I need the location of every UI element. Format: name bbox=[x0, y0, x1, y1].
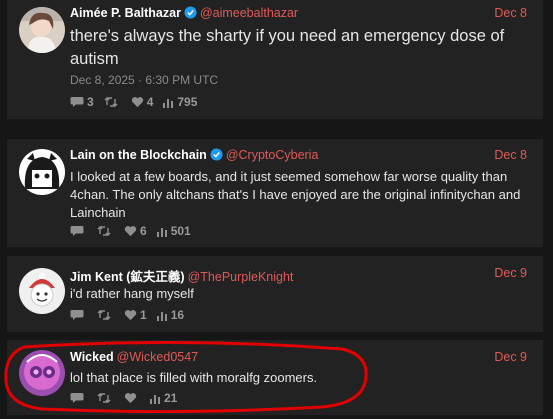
like-button[interactable]: 4 bbox=[131, 95, 154, 109]
like-icon bbox=[124, 310, 137, 321]
reply-icon bbox=[70, 393, 84, 403]
views-count: 795 bbox=[177, 95, 198, 109]
views-count: 16 bbox=[170, 308, 185, 322]
views-icon bbox=[156, 311, 167, 321]
post-card[interactable]: Lain on the Blockchain @CryptoCyberia Dec… bbox=[7, 139, 543, 247]
reply-feed: Aimée P. Balthazar @aimeebalthazar Dec 8 … bbox=[0, 0, 553, 419]
reply-count: 3 bbox=[87, 95, 94, 109]
author-handle[interactable]: @Wicked0547 bbox=[117, 350, 198, 364]
author-name[interactable]: Wicked bbox=[70, 350, 114, 364]
repost-button[interactable] bbox=[97, 392, 114, 404]
reply-button[interactable] bbox=[70, 225, 87, 237]
post-header: Lain on the Blockchain @CryptoCyberia Dec… bbox=[70, 148, 533, 166]
post-actions: 21 bbox=[70, 390, 187, 406]
like-count: 1 bbox=[140, 308, 147, 322]
views-button[interactable]: 795 bbox=[163, 95, 197, 109]
author-handle[interactable]: @CryptoCyberia bbox=[226, 148, 319, 162]
author-handle[interactable]: @ThePurpleKnight bbox=[188, 270, 294, 284]
like-count: 6 bbox=[140, 224, 147, 238]
repost-icon bbox=[104, 97, 118, 107]
post-header: Jim Kent (鉱夫正義) @ThePurpleKnight Dec 9 bbox=[70, 266, 533, 284]
reply-button[interactable] bbox=[70, 392, 87, 404]
post-text: i'd rather hang myself bbox=[70, 286, 194, 301]
avatar[interactable] bbox=[19, 268, 65, 314]
post-card[interactable]: Wicked @Wicked0547 Dec 9 lol that place i… bbox=[7, 340, 543, 415]
like-count: 4 bbox=[146, 95, 154, 109]
like-button[interactable]: 1 bbox=[124, 308, 147, 322]
post-card[interactable]: Jim Kent (鉱夫正義) @ThePurpleKnight Dec 9 i'… bbox=[7, 256, 543, 332]
avatar[interactable] bbox=[19, 149, 65, 195]
post-date[interactable]: Dec 8 bbox=[494, 148, 527, 162]
reply-icon bbox=[70, 97, 84, 107]
like-icon bbox=[124, 393, 137, 404]
reply-button[interactable]: 3 bbox=[70, 95, 94, 109]
like-icon bbox=[124, 226, 137, 237]
views-count: 501 bbox=[170, 224, 191, 238]
views-button[interactable]: 501 bbox=[156, 224, 191, 238]
views-button[interactable]: 16 bbox=[156, 308, 185, 322]
repost-button[interactable] bbox=[104, 96, 121, 108]
author-handle[interactable]: @aimeebalthazar bbox=[200, 6, 298, 20]
repost-icon bbox=[97, 310, 111, 320]
avatar[interactable] bbox=[19, 350, 65, 396]
post-text: lol that place is filled with moralfg zo… bbox=[70, 370, 318, 385]
like-button[interactable]: 6 bbox=[124, 224, 147, 238]
post-date[interactable]: Dec 9 bbox=[494, 350, 527, 364]
author-name[interactable]: Jim Kent (鉱夫正義) bbox=[70, 270, 185, 284]
author-name[interactable]: Aimée P. Balthazar bbox=[70, 6, 181, 20]
post-timestamp[interactable]: Dec 8, 2025 · 6:30 PM UTC bbox=[70, 73, 218, 87]
like-icon bbox=[131, 97, 143, 108]
views-button[interactable]: 21 bbox=[150, 391, 177, 405]
reply-button[interactable] bbox=[70, 309, 87, 321]
post-date[interactable]: Dec 8 bbox=[494, 6, 527, 20]
repost-button[interactable] bbox=[97, 225, 114, 237]
post-card[interactable]: Aimée P. Balthazar @aimeebalthazar Dec 8 … bbox=[7, 0, 543, 119]
post-header: Aimée P. Balthazar @aimeebalthazar Dec 8 bbox=[70, 6, 533, 24]
post-text: there's always the sharty if you need an… bbox=[70, 27, 505, 68]
post-date[interactable]: Dec 9 bbox=[494, 266, 527, 280]
avatar[interactable] bbox=[19, 7, 65, 53]
post-text: I looked at a few boards, and it just se… bbox=[70, 169, 521, 220]
repost-button[interactable] bbox=[97, 309, 114, 321]
views-icon bbox=[150, 394, 160, 404]
post-actions: 6 501 bbox=[70, 223, 201, 239]
post-actions: 1 16 bbox=[70, 307, 194, 323]
repost-icon bbox=[97, 393, 111, 403]
post-actions: 3 4 795 bbox=[70, 94, 207, 110]
views-icon bbox=[156, 227, 167, 237]
post-header: Wicked @Wicked0547 Dec 9 bbox=[70, 350, 533, 368]
repost-icon bbox=[97, 226, 111, 236]
author-name[interactable]: Lain on the Blockchain bbox=[70, 148, 207, 162]
reply-icon bbox=[70, 310, 84, 320]
reply-icon bbox=[70, 226, 84, 236]
verified-badge-icon bbox=[210, 148, 223, 164]
like-button[interactable] bbox=[124, 392, 140, 404]
views-count: 21 bbox=[164, 391, 178, 405]
verified-badge-icon bbox=[184, 6, 197, 22]
views-icon bbox=[163, 98, 174, 108]
